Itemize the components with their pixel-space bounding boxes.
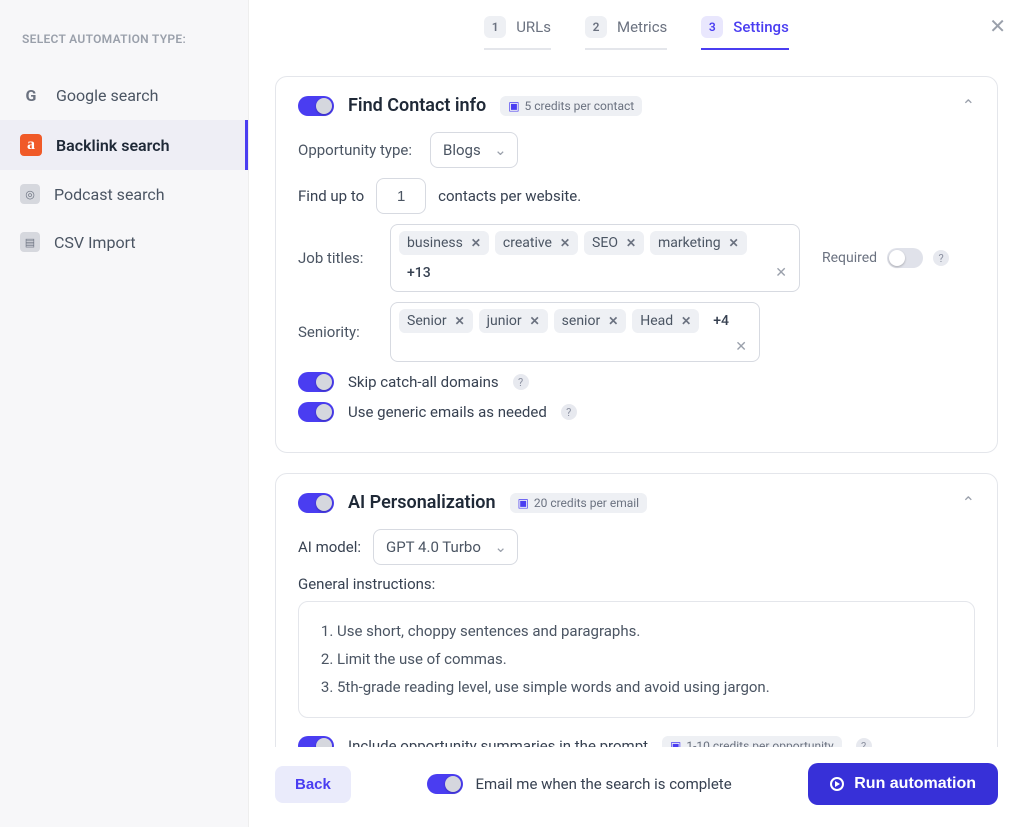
toggle-opportunity-summaries[interactable]	[298, 736, 334, 747]
stepper: 1 URLs 2 Metrics 3 Settings	[275, 16, 998, 50]
remove-icon[interactable]: ✕	[626, 236, 636, 250]
instruction-item: 5th-grade reading level, use simple word…	[337, 674, 956, 702]
step-label: Metrics	[617, 18, 667, 36]
toggle-email-complete[interactable]	[427, 774, 463, 794]
step-number: 1	[484, 16, 506, 38]
csv-icon: ▤	[20, 232, 40, 252]
credit-icon: ▣	[508, 99, 519, 113]
toggle-contact-info[interactable]	[298, 96, 334, 116]
sidebar-item-csv[interactable]: ▤ CSV Import	[0, 218, 248, 266]
find-up-to-label: Find up to	[298, 187, 364, 205]
toggle-ai-personalization[interactable]	[298, 493, 334, 513]
contacts-per-label: contacts per website.	[438, 187, 581, 205]
remove-icon[interactable]: ✕	[530, 314, 540, 328]
required-label: Required	[822, 250, 877, 266]
ahrefs-icon: a	[20, 134, 42, 156]
podcast-icon: ◎	[20, 184, 40, 204]
chip[interactable]: creative✕	[495, 231, 578, 255]
clear-icon[interactable]: ✕	[731, 339, 751, 355]
sidebar-item-label: Backlink search	[56, 136, 170, 155]
help-icon[interactable]: ?	[513, 374, 529, 390]
sidebar-item-google[interactable]: G Google search	[0, 70, 248, 120]
chip-more[interactable]: +4	[705, 309, 737, 333]
ai-model-label: AI model:	[298, 538, 361, 556]
chevron-up-icon[interactable]: ⌃	[962, 96, 975, 115]
card-title: AI Personalization	[348, 492, 496, 513]
main-panel: ✕ 1 URLs 2 Metrics 3 Settings Find Conta…	[249, 0, 1024, 827]
sidebar: SELECT AUTOMATION TYPE: G Google search …	[0, 0, 249, 827]
step-label: URLs	[516, 18, 551, 36]
remove-icon[interactable]: ✕	[729, 236, 739, 250]
credit-badge: ▣1-10 credits per opportunity	[662, 736, 842, 747]
google-icon: G	[20, 84, 42, 106]
remove-icon[interactable]: ✕	[560, 236, 570, 250]
job-titles-input[interactable]: business✕ creative✕ SEO✕ marketing✕ +13 …	[390, 224, 800, 292]
step-label: Settings	[733, 18, 789, 36]
job-titles-label: Job titles:	[298, 249, 378, 267]
toggle-generic-emails[interactable]	[298, 402, 334, 422]
instructions-label: General instructions:	[298, 575, 975, 593]
help-icon[interactable]: ?	[856, 738, 872, 747]
step-urls[interactable]: 1 URLs	[484, 16, 551, 50]
opportunity-type-select[interactable]: Blogs ⌄	[430, 132, 518, 168]
card-title: Find Contact info	[348, 95, 486, 116]
seniority-label: Seniority:	[298, 323, 378, 341]
sidebar-item-label: Google search	[56, 86, 158, 105]
chip[interactable]: Head✕	[632, 309, 699, 333]
instructions-textarea[interactable]: Use short, choppy sentences and paragrap…	[298, 601, 975, 718]
sidebar-item-podcast[interactable]: ◎ Podcast search	[0, 170, 248, 218]
chip[interactable]: junior✕	[479, 309, 548, 333]
email-complete-label: Email me when the search is complete	[475, 775, 731, 793]
opportunity-summaries-label: Include opportunity summaries in the pro…	[348, 737, 648, 747]
contacts-count-input[interactable]	[376, 178, 426, 214]
step-settings[interactable]: 3 Settings	[701, 16, 789, 50]
remove-icon[interactable]: ✕	[455, 314, 465, 328]
credit-icon: ▣	[518, 496, 529, 510]
sidebar-item-label: Podcast search	[54, 185, 165, 204]
help-icon[interactable]: ?	[933, 250, 949, 266]
card-contact-info: Find Contact info ▣5 credits per contact…	[275, 76, 998, 453]
instruction-item: Limit the use of commas.	[337, 646, 956, 674]
remove-icon[interactable]: ✕	[471, 236, 481, 250]
credit-badge: ▣5 credits per contact	[500, 96, 642, 116]
chip-more[interactable]: +13	[399, 261, 439, 285]
chip[interactable]: marketing✕	[650, 231, 747, 255]
credit-badge: ▣20 credits per email	[510, 493, 648, 513]
chevron-up-icon[interactable]: ⌃	[962, 493, 975, 512]
help-icon[interactable]: ?	[561, 404, 577, 420]
toggle-skip-catchall[interactable]	[298, 372, 334, 392]
chip[interactable]: senior✕	[554, 309, 627, 333]
back-button[interactable]: Back	[275, 766, 351, 803]
footer: Back Email me when the search is complet…	[275, 747, 998, 827]
close-icon[interactable]: ✕	[989, 14, 1006, 38]
chevron-down-icon: ⌄	[494, 141, 507, 159]
sidebar-item-label: CSV Import	[54, 233, 136, 252]
chip[interactable]: SEO✕	[584, 231, 644, 255]
play-icon	[830, 777, 844, 791]
instruction-item: Use short, choppy sentences and paragrap…	[337, 618, 956, 646]
chip[interactable]: business✕	[399, 231, 489, 255]
chip[interactable]: Senior✕	[399, 309, 473, 333]
toggle-required[interactable]	[887, 248, 923, 268]
step-number: 2	[585, 16, 607, 38]
opportunity-type-label: Opportunity type:	[298, 141, 418, 159]
step-number: 3	[701, 16, 723, 38]
skip-catchall-label: Skip catch-all domains	[348, 373, 499, 391]
chevron-down-icon: ⌄	[494, 538, 507, 556]
credit-icon: ▣	[670, 739, 681, 747]
sidebar-item-backlink[interactable]: a Backlink search	[0, 120, 248, 170]
step-metrics[interactable]: 2 Metrics	[585, 16, 667, 50]
remove-icon[interactable]: ✕	[608, 314, 618, 328]
card-ai-personalization: AI Personalization ▣20 credits per email…	[275, 473, 998, 747]
run-automation-button[interactable]: Run automation	[808, 763, 998, 805]
generic-emails-label: Use generic emails as needed	[348, 403, 547, 421]
seniority-input[interactable]: Senior✕ junior✕ senior✕ Head✕ +4 ✕	[390, 302, 760, 362]
clear-icon[interactable]: ✕	[771, 265, 791, 281]
remove-icon[interactable]: ✕	[681, 314, 691, 328]
ai-model-select[interactable]: GPT 4.0 Turbo ⌄	[373, 529, 518, 565]
sidebar-header: SELECT AUTOMATION TYPE:	[0, 32, 248, 70]
